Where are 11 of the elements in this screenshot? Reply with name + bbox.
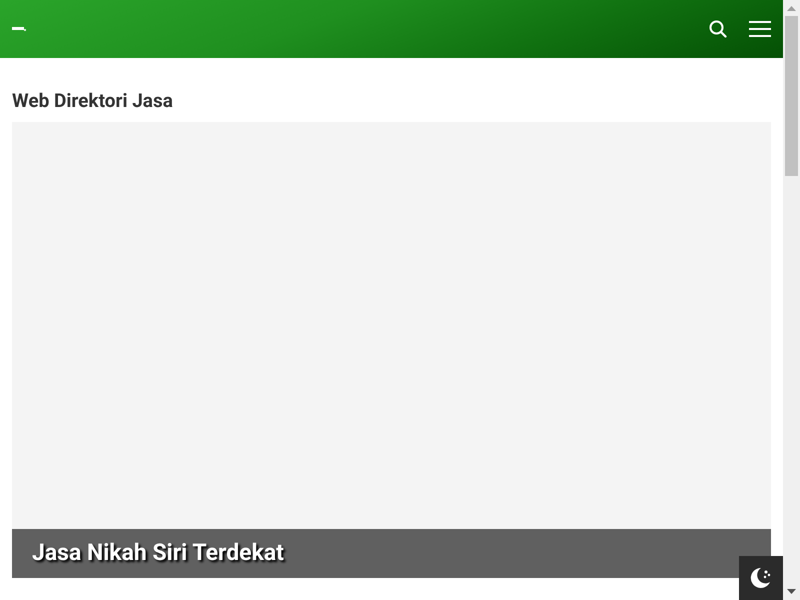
search-icon[interactable] bbox=[709, 20, 727, 38]
dark-mode-button[interactable] bbox=[739, 556, 783, 600]
scrollbar[interactable] bbox=[783, 0, 800, 600]
section-title: Web Direktori Jasa bbox=[12, 88, 174, 114]
featured-post-card[interactable]: Jasa Nikah Siri Terdekat bbox=[12, 122, 771, 578]
scroll-down-icon[interactable] bbox=[787, 589, 796, 594]
moon-icon bbox=[749, 566, 773, 590]
logo-icon[interactable] bbox=[12, 27, 26, 31]
scroll-thumb[interactable] bbox=[785, 16, 798, 176]
menu-icon[interactable] bbox=[749, 21, 771, 37]
post-title[interactable]: Jasa Nikah Siri Terdekat bbox=[32, 536, 284, 571]
